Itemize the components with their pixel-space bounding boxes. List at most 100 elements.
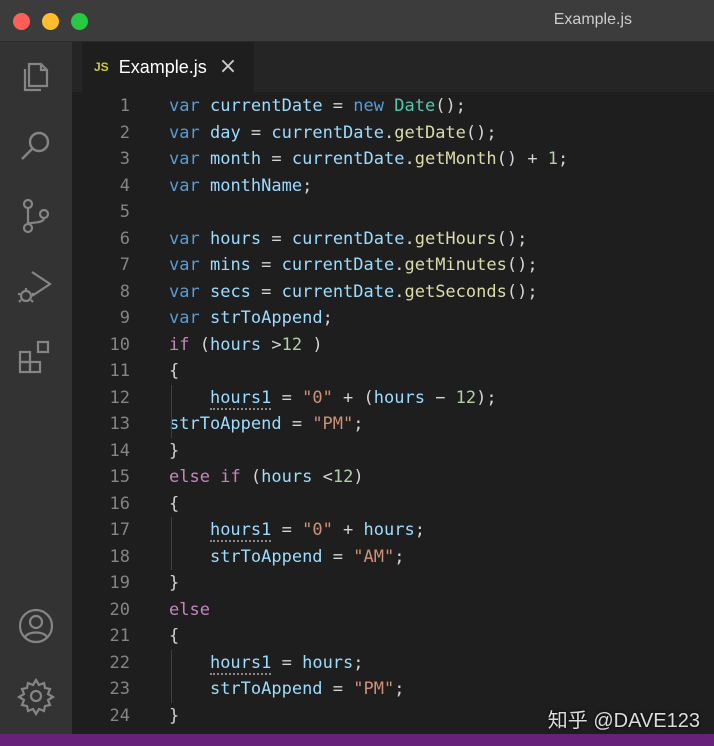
line-number: 22 — [109, 652, 130, 673]
code-line[interactable]: 11 { — [72, 358, 714, 385]
code-text: hours1 = "0" + hours; — [169, 517, 425, 544]
code-token: } — [169, 440, 180, 461]
code-line[interactable]: 16 { — [72, 491, 714, 518]
code-text: var month = currentDate.getMonth() + 1; — [169, 146, 568, 173]
code-token: currentDate — [271, 122, 384, 143]
tab-example-js[interactable]: JS Example.js × — [82, 42, 254, 92]
code-token: "0" — [302, 387, 333, 408]
code-token: new — [353, 96, 384, 116]
code-token: getMinutes — [404, 255, 507, 275]
code-line[interactable]: 20 else — [72, 597, 714, 624]
code-token: = — [261, 149, 292, 169]
code-line[interactable]: 9 var strToAppend; — [72, 305, 714, 332]
code-token: var — [169, 281, 200, 302]
line-number: 15 — [109, 467, 130, 487]
code-token: ; — [394, 546, 405, 567]
search-icon[interactable] — [14, 124, 58, 168]
code-token: ; — [353, 652, 364, 673]
code-token: currentDate — [281, 255, 395, 275]
code-token: ; — [322, 308, 333, 328]
code-text: var mins = currentDate.getMinutes(); — [169, 252, 538, 279]
code-token: ( — [189, 334, 210, 355]
window-minimize-button[interactable] — [42, 13, 59, 30]
code-line[interactable]: 17 hours1 = "0" + hours; — [72, 517, 714, 544]
code-token: if — [169, 334, 190, 355]
code-text: } — [169, 703, 179, 730]
source-control-icon[interactable] — [14, 194, 58, 238]
code-line[interactable]: 10 if (hours >12 ) — [72, 332, 714, 359]
line-number: 8 — [119, 281, 130, 302]
line-number: 18 — [109, 546, 130, 567]
code-token: ; — [394, 679, 405, 699]
code-line[interactable]: 23 strToAppend = "PM"; — [72, 676, 714, 703]
code-line[interactable]: 12 hours1 = "0" + (hours − 12); — [72, 385, 714, 412]
tab-close-icon[interactable]: × — [219, 56, 237, 78]
code-token: var — [169, 228, 200, 249]
code-token: () + — [496, 149, 548, 169]
code-token: = — [322, 679, 354, 699]
code-token: . — [394, 255, 405, 275]
code-token: var — [169, 308, 200, 328]
code-token: (); — [496, 228, 528, 249]
code-text: var monthName; — [169, 173, 312, 200]
code-token: ; — [353, 414, 364, 434]
code-token: mins — [209, 255, 251, 275]
code-line[interactable]: 18 strToAppend = "AM"; — [72, 544, 714, 571]
code-token: − — [424, 387, 456, 408]
code-line[interactable]: 13 strToAppend = "PM"; — [72, 411, 714, 438]
code-token: strToAppend — [209, 679, 323, 699]
window-maximize-button[interactable] — [71, 13, 88, 30]
code-token: { — [169, 626, 180, 646]
line-number: 19 — [109, 573, 130, 593]
code-line[interactable]: 5 — [72, 199, 714, 226]
code-token: 12 — [455, 387, 477, 408]
code-line[interactable]: 4 var monthName; — [72, 173, 714, 200]
run-debug-icon[interactable] — [14, 264, 58, 308]
code-token: else — [169, 599, 210, 620]
code-line[interactable]: 3 var month = currentDate.getMonth() + 1; — [72, 146, 714, 173]
window-close-button[interactable] — [13, 13, 30, 30]
code-token: getHours — [414, 228, 497, 249]
line-number: 14 — [109, 440, 130, 461]
code-editor[interactable]: 1 var currentDate = new Date(); 2 var day =… — [72, 92, 714, 734]
code-line[interactable]: 15 else if (hours <12) — [72, 464, 714, 491]
code-text: { — [169, 358, 179, 385]
code-line[interactable]: 14} — [72, 438, 714, 465]
code-line[interactable]: 22 hours1 = hours; — [72, 650, 714, 677]
indent-guide — [171, 384, 172, 438]
code-line[interactable]: 19} — [72, 570, 714, 597]
code-text: hours1 = "0" + (hours − 12); — [169, 385, 497, 412]
title-bar: Example.js — [0, 0, 714, 42]
code-token: var — [169, 175, 200, 196]
code-text: if (hours >12 ) — [169, 332, 323, 359]
indent-guide — [171, 649, 172, 703]
code-token: + — [332, 520, 364, 540]
code-line[interactable]: 8 var secs = currentDate.getSeconds(); — [72, 279, 714, 306]
code-line[interactable]: 1 var currentDate = new Date(); — [72, 93, 714, 120]
code-line[interactable]: 2 var day = currentDate.getDate(); — [72, 120, 714, 147]
code-token: > — [261, 334, 282, 355]
code-token: = — [250, 255, 282, 275]
code-line[interactable]: 6 var hours = currentDate.getHours(); — [72, 226, 714, 253]
code-token: hours — [363, 520, 415, 540]
code-token: strToAppend — [209, 308, 323, 328]
explorer-icon[interactable] — [14, 54, 58, 98]
settings-gear-icon[interactable] — [14, 674, 58, 718]
code-token: = — [250, 281, 282, 302]
code-token: getSeconds — [404, 281, 507, 302]
code-text: { — [169, 491, 179, 518]
code-line[interactable]: 21 { — [72, 623, 714, 650]
code-text: else if (hours <12) — [169, 464, 364, 491]
code-token: if — [220, 467, 241, 487]
account-icon[interactable] — [14, 604, 58, 648]
extensions-icon[interactable] — [14, 334, 58, 378]
code-line[interactable]: 7 var mins = currentDate.getMinutes(); — [72, 252, 714, 279]
code-token: = — [271, 652, 303, 673]
